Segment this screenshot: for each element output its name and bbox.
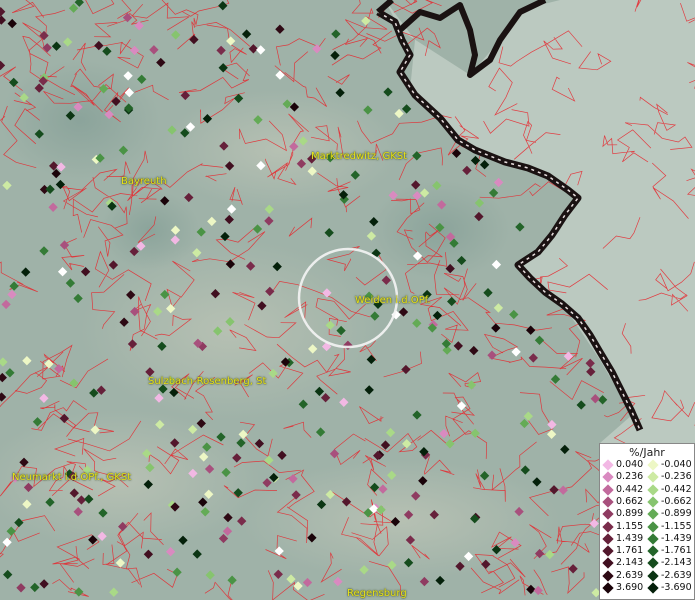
legend-value: 1.155: [616, 520, 644, 532]
legend-value: -1.439: [661, 532, 692, 544]
legend-value: -0.899: [661, 508, 692, 520]
city-label-neumarkt[interactable]: Neumarkt i.d.OPf., GKSt: [12, 472, 131, 483]
legend-value: 0.236: [616, 471, 644, 483]
legend-swatch: [647, 570, 659, 582]
legend-value: -0.236: [661, 471, 692, 483]
legend-value: 2.143: [616, 557, 644, 569]
legend-swatch: [602, 582, 614, 594]
legend-swatch: [602, 557, 614, 570]
legend-value: -0.662: [661, 495, 692, 507]
legend: %/Jahr 0.040 -0.040 0.236 -0.236 0.442 -0.442…: [599, 443, 695, 600]
city-label-bayreuth[interactable]: Bayreuth: [121, 176, 167, 187]
legend-value: -2.639: [661, 569, 692, 581]
legend-value: -1.761: [661, 545, 692, 557]
legend-value: -2.143: [661, 557, 692, 569]
map-canvas[interactable]: [0, 0, 695, 600]
legend-swatch: [602, 520, 614, 533]
legend-swatch: [647, 533, 659, 545]
legend-swatch: [602, 483, 614, 496]
legend-swatch: [602, 508, 614, 520]
city-label-sulzbach-rosenberg[interactable]: Sulzbach-Rosenberg, St: [148, 376, 266, 387]
legend-value: 2.639: [616, 569, 644, 581]
legend-value: 1.439: [616, 532, 644, 544]
legend-swatch: [647, 557, 659, 570]
legend-value: 3.690: [616, 582, 644, 593]
legend-value: 1.761: [616, 545, 644, 557]
legend-value: 0.662: [616, 495, 644, 507]
city-label-regensburg[interactable]: Regensburg: [347, 588, 407, 599]
legend-value: 0.899: [616, 508, 644, 520]
legend-swatch: [602, 545, 614, 557]
legend-value: 0.040: [616, 459, 644, 470]
legend-value: -3.690: [661, 582, 692, 593]
legend-swatch: [647, 471, 659, 483]
legend-value: -0.040: [661, 459, 692, 470]
city-label-weiden[interactable]: Weiden i.d.OPf.: [355, 295, 431, 306]
city-label-marktredwitz[interactable]: Marktredwitz, GKSt: [311, 151, 407, 162]
legend-swatch: [647, 459, 659, 471]
legend-value: 0.442: [616, 483, 644, 495]
legend-swatch: [647, 582, 659, 594]
legend-swatch: [602, 471, 614, 483]
legend-swatch: [602, 570, 614, 582]
legend-title: %/Jahr: [629, 446, 665, 459]
legend-swatch: [647, 545, 659, 557]
map-view[interactable]: Bayreuth Marktredwitz, GKSt Weiden i.d.O…: [0, 0, 695, 600]
legend-value: -1.155: [661, 520, 692, 532]
legend-swatch: [647, 496, 659, 508]
legend-value: -0.442: [661, 483, 692, 495]
legend-swatch: [602, 496, 614, 508]
legend-swatch: [602, 459, 614, 471]
legend-swatch: [602, 533, 614, 545]
legend-swatch: [647, 483, 659, 496]
legend-swatch: [647, 508, 659, 520]
legend-swatch: [647, 520, 659, 533]
